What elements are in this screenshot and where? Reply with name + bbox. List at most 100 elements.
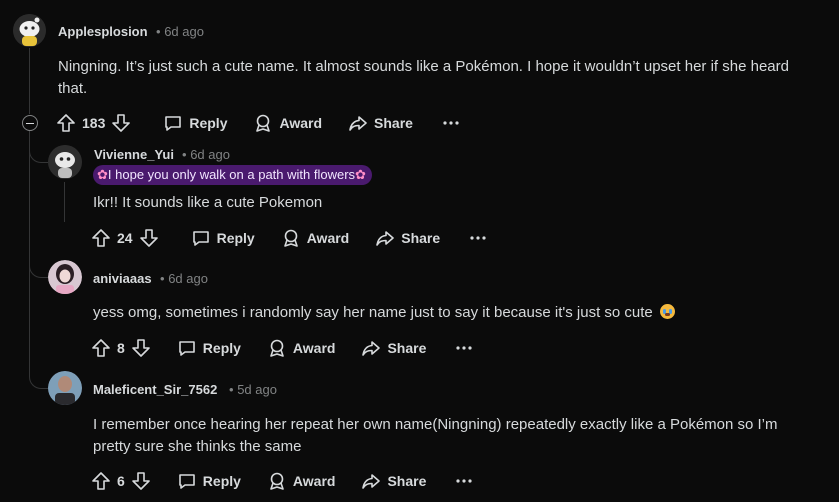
reply-label: Reply xyxy=(189,115,228,131)
comment-body: I remember once hearing her repeat her o… xyxy=(93,416,778,455)
comment-body: yess omg, sometimes i randomly say her n… xyxy=(93,302,813,324)
comment-timestamp: • 6d ago xyxy=(160,271,208,286)
more-options-button[interactable] xyxy=(443,120,459,126)
thread-line-reply-1 xyxy=(64,182,65,222)
comment-actions: 6 Reply Award Share xyxy=(91,469,472,493)
upvote-button[interactable] xyxy=(91,228,111,248)
more-options-button[interactable] xyxy=(456,478,472,484)
ellipsis-icon xyxy=(470,236,486,240)
comment-bubble-icon xyxy=(178,474,195,489)
avatar[interactable] xyxy=(48,371,82,405)
user-photo-avatar-icon xyxy=(48,260,82,294)
user-flair: ✿I hope you only walk on a path with flo… xyxy=(93,165,372,185)
downvote-arrow-icon xyxy=(131,472,150,490)
upvote-button[interactable] xyxy=(56,113,76,133)
upvote-button[interactable] xyxy=(91,338,111,358)
downvote-button[interactable] xyxy=(131,338,151,358)
award-icon xyxy=(256,114,271,132)
vote-count: 183 xyxy=(82,115,106,131)
avatar[interactable] xyxy=(48,260,82,294)
upvote-arrow-icon xyxy=(57,114,75,132)
more-options-button[interactable] xyxy=(456,345,472,351)
comment-text: yess omg, sometimes i randomly say her n… xyxy=(93,304,653,321)
ellipsis-icon xyxy=(456,346,472,350)
award-icon xyxy=(270,339,284,357)
reply-label: Reply xyxy=(216,230,255,246)
flair-text: I hope you only walk on a path with flow… xyxy=(107,167,356,182)
comment-bubble-icon xyxy=(192,231,209,246)
reply-label: Reply xyxy=(202,473,241,489)
comment-author[interactable]: aniviaaas xyxy=(93,271,152,286)
ellipsis-icon xyxy=(443,121,459,125)
thread-line-main xyxy=(29,48,30,114)
downvote-button[interactable] xyxy=(139,228,159,248)
share-label: Share xyxy=(374,115,413,131)
share-button[interactable]: Share xyxy=(361,471,426,491)
upvote-button[interactable] xyxy=(91,471,111,491)
award-button[interactable]: Award xyxy=(267,338,336,358)
reply-button[interactable]: Reply xyxy=(163,113,227,133)
share-arrow-icon xyxy=(362,341,381,356)
comment-body: Ikr!! It sounds like a cute Pokemon xyxy=(93,194,323,211)
avatar[interactable] xyxy=(48,145,82,179)
upvote-arrow-icon xyxy=(92,339,110,357)
share-arrow-icon xyxy=(362,474,381,489)
reply-button[interactable]: Reply xyxy=(191,228,255,248)
comment-author[interactable]: Vivienne_Yui xyxy=(94,147,174,162)
user-photo-avatar-icon xyxy=(48,371,82,405)
vote-count: 6 xyxy=(117,473,125,489)
award-icon xyxy=(283,229,298,247)
flower-icon: ✿ xyxy=(355,167,366,182)
upvote-arrow-icon xyxy=(92,229,110,247)
flower-icon: ✿ xyxy=(97,167,108,182)
award-button[interactable]: Award xyxy=(267,471,335,491)
meta-separator: • xyxy=(229,382,234,397)
avatar[interactable] xyxy=(13,14,46,47)
comment-author[interactable]: Maleficent_Sir_7562 xyxy=(93,382,217,397)
meta-separator: • xyxy=(160,271,165,286)
time-label: 6d ago xyxy=(168,271,208,286)
snoo-avatar-icon xyxy=(13,14,46,47)
downvote-arrow-icon xyxy=(112,114,131,132)
comment-bubble-icon xyxy=(165,116,182,131)
more-options-button[interactable] xyxy=(470,235,486,241)
award-label: Award xyxy=(292,340,336,356)
comment-timestamp: • 6d ago xyxy=(182,147,230,162)
downvote-button[interactable] xyxy=(131,471,151,491)
share-label: Share xyxy=(401,230,441,246)
share-button[interactable]: Share xyxy=(375,228,440,248)
share-arrow-icon xyxy=(376,231,395,246)
comment-author[interactable]: Applesplosion xyxy=(58,24,148,39)
thread-branch-2 xyxy=(29,255,48,278)
meta-separator: • xyxy=(156,24,161,39)
upvote-arrow-icon xyxy=(92,472,110,490)
vote-count: 8 xyxy=(117,340,125,356)
reply-label: Reply xyxy=(202,340,241,356)
snoo-avatar-icon xyxy=(48,145,82,179)
time-label: 6d ago xyxy=(190,147,230,162)
share-button[interactable]: Share xyxy=(348,113,413,133)
award-label: Award xyxy=(306,230,350,246)
share-label: Share xyxy=(387,340,427,356)
award-label: Award xyxy=(279,115,323,131)
share-arrow-icon xyxy=(349,116,367,131)
collapse-thread-button[interactable] xyxy=(22,115,38,131)
downvote-arrow-icon xyxy=(131,339,150,357)
reply-button[interactable]: Reply xyxy=(177,471,241,491)
thread-line-replies xyxy=(29,131,30,371)
comment-actions: 183 Reply Award Share xyxy=(56,111,459,135)
award-icon xyxy=(270,472,284,490)
award-button[interactable]: Award xyxy=(281,228,350,248)
award-button[interactable]: Award xyxy=(253,113,322,133)
thread-branch-3 xyxy=(29,366,48,389)
share-button[interactable]: Share xyxy=(361,338,426,358)
downvote-button[interactable] xyxy=(111,113,131,133)
thread-branch-1 xyxy=(29,140,48,163)
reply-button[interactable]: Reply xyxy=(177,338,241,358)
vote-count: 24 xyxy=(117,230,133,246)
time-label: 5d ago xyxy=(237,382,277,397)
share-label: Share xyxy=(387,473,427,489)
comment-actions: 24 Reply Award Share xyxy=(91,226,486,250)
meta-separator: • xyxy=(182,147,187,162)
comment-timestamp: • 6d ago xyxy=(156,24,204,39)
